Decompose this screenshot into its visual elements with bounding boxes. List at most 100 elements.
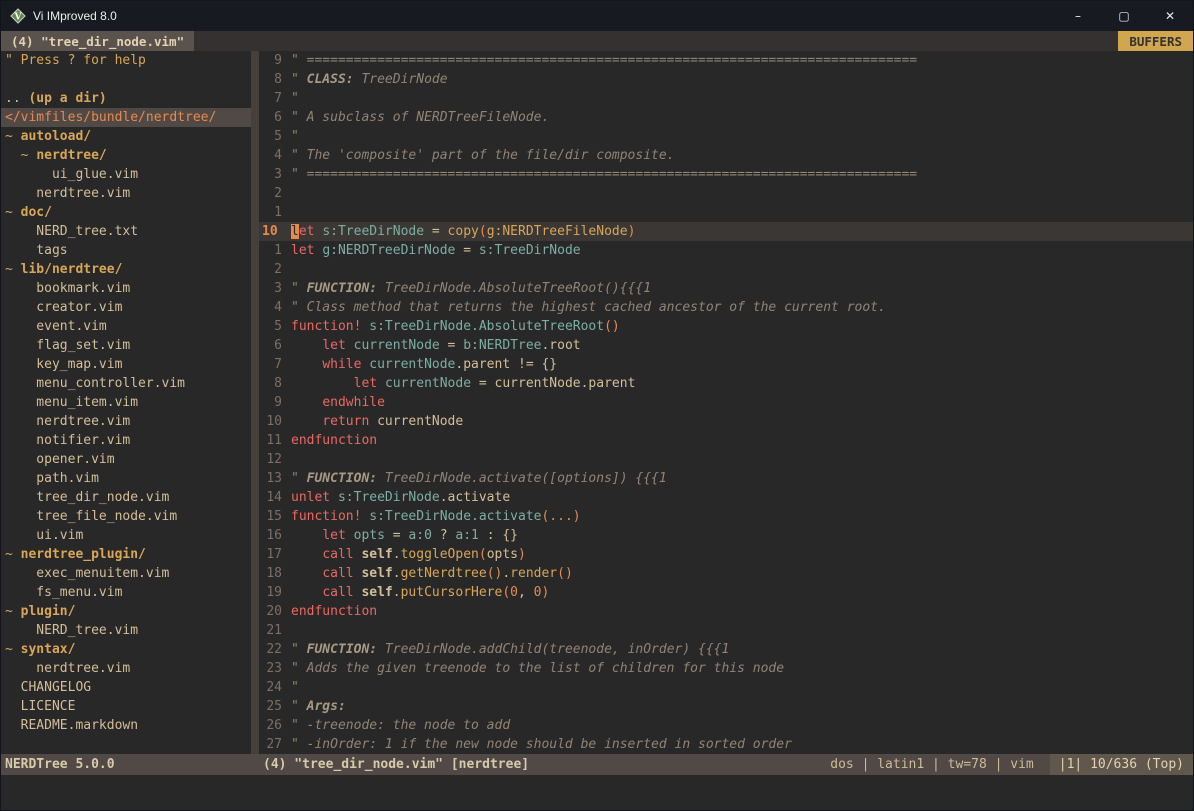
line-number: 24 [259,678,291,697]
nerdtree-row[interactable]: key_map.vim [1,355,251,374]
nerdtree-row[interactable]: ~ syntax/ [1,640,251,659]
nerdtree-row[interactable]: nerdtree.vim [1,184,251,203]
nerdtree-row[interactable]: ~ doc/ [1,203,251,222]
nerdtree-row[interactable]: creator.vim [1,298,251,317]
nerdtree-row[interactable]: tree_file_node.vim [1,507,251,526]
code-token-id: opts [354,528,385,543]
editor-line[interactable]: 22" FUNCTION: TreeDirNode.addChild(treen… [259,640,1193,659]
editor-line[interactable]: 6" A subclass of NERDTreeFileNode. [259,108,1193,127]
editor-line[interactable]: 4" The 'composite' part of the file/dir … [259,146,1193,165]
nerdtree-row[interactable]: ui.vim [1,526,251,545]
editor-line[interactable]: 16 let opts = a:0 ? a:1 : {} [259,526,1193,545]
nerdtree-token-file: flag_set.vim [5,338,130,353]
code-token-com: " A subclass of NERDTreeFileNode. [291,110,549,125]
editor-line[interactable]: 23" Adds the given treenode to the list … [259,659,1193,678]
nerdtree-row[interactable]: .. (up a dir) [1,89,251,108]
nerdtree-row[interactable]: " Press ? for help [1,51,251,70]
code-token-par: () [604,319,620,334]
editor-line[interactable]: 11endfunction [259,431,1193,450]
editor-line[interactable]: 9 endwhile [259,393,1193,412]
nerdtree-row[interactable]: ~ nerdtree/ [1,146,251,165]
code-token-txt [291,585,322,600]
nerdtree-row[interactable]: ~ nerdtree_plugin/ [1,545,251,564]
code-token-com: TreeDirNode.AbsoluteTreeRoot(){{{1 [377,281,651,296]
editor-line[interactable]: 26" -treenode: the node to add [259,716,1193,735]
editor-line[interactable]: 21 [259,621,1193,640]
nerdtree-row[interactable]: tags [1,241,251,260]
editor-line[interactable]: 25" Args: [259,697,1193,716]
nerdtree-row[interactable]: opener.vim [1,450,251,469]
nerdtree-row[interactable]: NERD_tree.txt [1,222,251,241]
editor-line-current[interactable]: 10let s:TreeDirNode = copy(g:NERDTreeFil… [259,222,1193,241]
editor-line[interactable]: 2 [259,184,1193,203]
editor-line[interactable]: 4" Class method that returns the highest… [259,298,1193,317]
nerdtree-row[interactable]: ~ plugin/ [1,602,251,621]
nerdtree-row[interactable]: NERD_tree.vim [1,621,251,640]
editor-line[interactable]: 10 return currentNode [259,412,1193,431]
nerdtree-row[interactable]: nerdtree.vim [1,412,251,431]
nerdtree-row[interactable]: exec_menuitem.vim [1,564,251,583]
nerdtree-row[interactable]: menu_item.vim [1,393,251,412]
line-number: 9 [259,51,291,70]
nerdtree-row[interactable]: bookmark.vim [1,279,251,298]
editor-line[interactable]: 15function! s:TreeDirNode.activate(...) [259,507,1193,526]
editor-line[interactable]: 2 [259,260,1193,279]
line-number: 23 [259,659,291,678]
nerdtree-row[interactable]: ~ autoload/ [1,127,251,146]
code-token-par: ( [479,224,487,239]
minimize-button[interactable]: – [1055,1,1101,31]
nerdtree-row[interactable]: menu_controller.vim [1,374,251,393]
editor-line[interactable]: 3" =====================================… [259,165,1193,184]
close-button[interactable]: ✕ [1147,1,1193,31]
nerdtree-row[interactable]: ~ lib/nerdtree/ [1,260,251,279]
editor-line[interactable]: 24" [259,678,1193,697]
nerdtree-row[interactable]: nerdtree.vim [1,659,251,678]
nerdtree-row[interactable]: fs_menu.vim [1,583,251,602]
nerdtree-row[interactable]: path.vim [1,469,251,488]
editor-line[interactable]: 7" [259,89,1193,108]
editor-line[interactable]: 1 [259,203,1193,222]
nerdtree-token-file: menu_item.vim [5,395,138,410]
nerdtree-row[interactable]: event.vim [1,317,251,336]
editor-line[interactable]: 17 call self.toggleOpen(opts) [259,545,1193,564]
maximize-button[interactable]: ▢ [1101,1,1147,31]
editor-line[interactable]: 3" FUNCTION: TreeDirNode.AbsoluteTreeRoo… [259,279,1193,298]
nerdtree-row[interactable]: notifier.vim [1,431,251,450]
editor-line[interactable]: 5" [259,127,1193,146]
vim-window: V Vi IMproved 8.0 – ▢ ✕ (4) "tree_dir_no… [0,0,1194,811]
editor-line[interactable]: 19 call self.putCursorHere(0, 0) [259,583,1193,602]
line-number: 4 [259,298,291,317]
nerdtree-row[interactable]: README.markdown [1,716,251,735]
nerdtree-row[interactable]: CHANGELOG [1,678,251,697]
editor-line[interactable]: 6 let currentNode = b:NERDTree.root [259,336,1193,355]
editor-line[interactable]: 13" FUNCTION: TreeDirNode.activate([opti… [259,469,1193,488]
editor-line[interactable]: 12 [259,450,1193,469]
editor-line[interactable]: 7 while currentNode.parent != {} [259,355,1193,374]
code-token-txt [346,528,354,543]
code-text [291,184,1193,203]
vertical-split-handle[interactable] [251,51,259,754]
editor-line[interactable]: 8 let currentNode = currentNode.parent [259,374,1193,393]
nerdtree-row[interactable]: LICENCE [1,697,251,716]
editor-line[interactable]: 5function! s:TreeDirNode.AbsoluteTreeRoo… [259,317,1193,336]
nerdtree-row[interactable] [1,70,251,89]
nerdtree-row[interactable]: ui_glue.vim [1,165,251,184]
editor-line[interactable]: 27" -inOrder: 1 if the new node should b… [259,735,1193,754]
editor-line[interactable]: 8" CLASS: TreeDirNode [259,70,1193,89]
editor-line[interactable]: 1let g:NERDTreeDirNode = s:TreeDirNode [259,241,1193,260]
tab-tree-dir-node[interactable]: (4) "tree_dir_node.vim" [1,31,194,51]
nerdtree-row[interactable]: </vimfiles/bundle/nerdtree/ [1,108,251,127]
command-line[interactable] [1,775,1193,810]
title-bar[interactable]: V Vi IMproved 8.0 – ▢ ✕ [1,1,1193,31]
status-line: NERDTree 5.0.0 (4) "tree_dir_node.vim" [… [1,754,1193,775]
code-text: " Args: [291,697,1193,716]
editor-line[interactable]: 18 call self.getNerdtree().render() [259,564,1193,583]
editor-line[interactable]: 9" =====================================… [259,51,1193,70]
nerdtree-row[interactable]: tree_dir_node.vim [1,488,251,507]
nerdtree-row[interactable]: flag_set.vim [1,336,251,355]
line-number: 1 [259,241,291,260]
code-text: " -treenode: the node to add [291,716,1193,735]
code-token-txt [291,414,322,429]
editor-line[interactable]: 14unlet s:TreeDirNode.activate [259,488,1193,507]
editor-line[interactable]: 20endfunction [259,602,1193,621]
